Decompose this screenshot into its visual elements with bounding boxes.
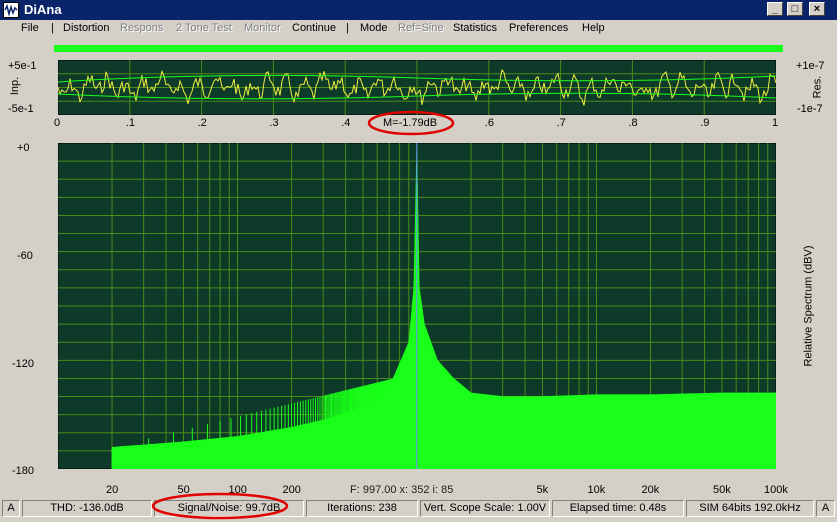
status-left-indicator: A (2, 500, 20, 517)
close-button[interactable]: × (809, 2, 825, 16)
spectrum-y-tick-0: +0 (17, 142, 30, 154)
status-bar: A THD: -136.0dB Signal/Noise: 99.7dB Ite… (0, 492, 837, 520)
spectrum-x-tick: 20k (641, 484, 660, 496)
scope-right-top-label: +1e-7 (796, 60, 825, 72)
menu-separator: | (346, 22, 349, 34)
spectrum-x-tick: 50k (712, 484, 731, 496)
app-icon[interactable] (3, 2, 19, 18)
spectrum-x-tick: 100k (764, 484, 788, 496)
window-title: DiAna (24, 2, 62, 17)
spectrum-y-tick-1: -60 (17, 250, 33, 262)
menu-statistics[interactable]: Statistics (453, 22, 497, 34)
menu-help[interactable]: Help (582, 22, 605, 34)
cursor-readout: F: 997.00 x: 352 i: 85 (350, 484, 454, 496)
scope-x-tick: .9 (700, 117, 710, 129)
menu-preferences[interactable]: Preferences (509, 22, 568, 34)
spectrum-x-tick: 20 (106, 484, 119, 496)
scope-x-tick: .7 (556, 117, 566, 129)
spectrum-plot[interactable] (58, 143, 776, 469)
app-window: DiAna _ □ × File | Distortion Respons 2 … (0, 0, 837, 520)
status-scope-scale: Vert. Scope Scale: 1.00V (420, 500, 550, 517)
menu-2-tone-test[interactable]: 2 Tone Test (176, 22, 232, 34)
spectrum-y-axis-label: Relative Spectrum (dBV) (802, 245, 815, 367)
menu-monitor[interactable]: Monitor (244, 22, 281, 34)
scope-plot (58, 60, 776, 115)
scope-right-axis-label: Res. (811, 75, 824, 99)
marker-highlight-ellipse (367, 110, 455, 136)
menu-distortion[interactable]: Distortion (63, 22, 109, 34)
spectrum-x-tick: 10k (587, 484, 606, 496)
title-bar: DiAna _ □ × (0, 0, 837, 20)
scope-x-tick: .8 (628, 117, 638, 129)
status-elapsed-time: Elapsed time: 0.48s (552, 500, 684, 517)
scope-x-tick: .1 (125, 117, 135, 129)
status-sim-info: SIM 64bits 192.0kHz (686, 500, 814, 517)
menu-respons[interactable]: Respons (120, 22, 163, 34)
menu-mode[interactable]: Mode (360, 22, 388, 34)
level-bar (54, 45, 783, 52)
spectrum-y-tick-3: -180 (12, 465, 35, 477)
scope-left-bottom-label: -5e-1 (8, 103, 34, 115)
spectrum-x-tick: 5k (536, 484, 549, 496)
spectrum-y-tick-2: -120 (12, 358, 35, 370)
scope-x-tick: .6 (484, 117, 494, 129)
scope-x-tick: .4 (341, 117, 351, 129)
menu-separator: | (51, 22, 54, 34)
menu-bar: File | Distortion Respons 2 Tone Test Mo… (0, 20, 837, 38)
scope-x-tick: .3 (269, 117, 279, 129)
scope-x-tick: .2 (197, 117, 207, 129)
status-right-indicator: A (816, 500, 835, 517)
menu-continue[interactable]: Continue (292, 22, 336, 34)
menu-file[interactable]: File (21, 22, 39, 34)
scope-x-tick: 0 (54, 117, 61, 129)
menu-ref-sine[interactable]: Ref=Sine (398, 22, 444, 34)
scope-right-bottom-label: -1e-7 (797, 103, 823, 115)
minimize-button[interactable]: _ (767, 2, 783, 16)
scope-left-top-label: +5e-1 (8, 60, 37, 72)
scope-left-axis-label: Inp. (9, 76, 22, 96)
scope-x-tick: 1 (772, 117, 779, 129)
status-thd: THD: -136.0dB (22, 500, 152, 517)
maximize-button[interactable]: □ (787, 2, 803, 16)
status-iterations: Iterations: 238 (306, 500, 418, 517)
snr-highlight-ellipse (151, 492, 289, 520)
